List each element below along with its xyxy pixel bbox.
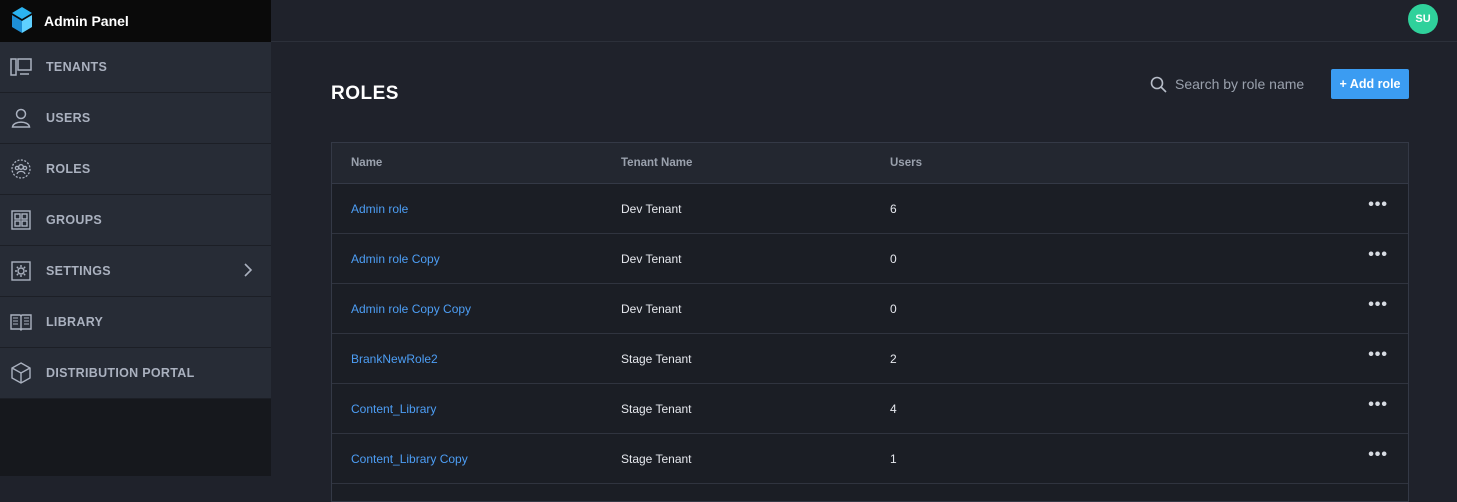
tenant-name: Dev Tenant [621,201,682,216]
sidebar-item-settings[interactable]: SETTINGS [0,246,271,297]
users-count: 0 [890,301,897,316]
topbar: SU [271,0,1457,42]
users-count: 0 [890,251,897,266]
role-name-link[interactable]: Content_Library Copy [351,452,468,466]
table-header: Name Tenant Name Users [332,143,1408,184]
column-header-users[interactable]: Users [890,157,922,169]
column-header-tenant-name[interactable]: Tenant Name [621,157,692,169]
sidebar-item-users[interactable]: USERS [0,93,271,144]
sidebar-nav: TENANTS USERS ROLES GROUPS SETTINGS LIBR… [0,42,271,399]
app-logo-icon [12,7,32,33]
avatar[interactable]: SU [1408,4,1438,34]
search-box[interactable] [1150,72,1320,96]
more-actions-icon[interactable]: ••• [1368,446,1388,464]
more-actions-icon[interactable]: ••• [1368,246,1388,264]
role-name-link[interactable]: Content_Library [351,402,436,416]
roles-icon [10,158,32,180]
column-header-name[interactable]: Name [351,157,382,169]
roles-table: Name Tenant Name Users Admin role Dev Te… [331,142,1409,502]
sidebar-item-label: GROUPS [46,213,102,227]
users-count: 4 [890,401,897,416]
table-row: Admin role Copy Copy Dev Tenant 0 ••• [332,284,1408,334]
table-row: Content_Library Stage Tenant 4 ••• [332,384,1408,434]
sidebar-item-distribution-portal[interactable]: DISTRIBUTION PORTAL [0,348,271,399]
role-name-link[interactable]: Admin role [351,202,408,216]
more-actions-icon[interactable]: ••• [1368,346,1388,364]
search-input[interactable] [1175,76,1315,92]
more-actions-icon[interactable]: ••• [1368,296,1388,314]
book-icon [10,311,32,333]
sidebar-item-label: DISTRIBUTION PORTAL [46,366,195,380]
sidebar-item-library[interactable]: LIBRARY [0,297,271,348]
sidebar-item-groups[interactable]: GROUPS [0,195,271,246]
tenants-icon [10,56,32,78]
tenant-name: Dev Tenant [621,301,682,316]
gear-icon [10,260,32,282]
tenant-name: Stage Tenant [621,451,692,466]
box-icon [10,362,32,384]
search-icon [1150,76,1167,93]
user-icon [10,107,32,129]
users-count: 6 [890,201,897,216]
table-row: Admin role Copy Dev Tenant 0 ••• [332,234,1408,284]
page-title: ROLES [331,83,399,104]
sidebar-item-label: TENANTS [46,60,108,74]
tenant-name: Dev Tenant [621,251,682,266]
sidebar-item-label: SETTINGS [46,264,111,278]
more-actions-icon[interactable]: ••• [1368,196,1388,214]
role-name-link[interactable]: Admin role Copy [351,252,440,266]
table-row: Content_Library Copy Stage Tenant 1 ••• [332,434,1408,484]
table-row: BrankNewRole2 Stage Tenant 2 ••• [332,334,1408,384]
sidebar-item-label: ROLES [46,162,91,176]
app-title: Admin Panel [44,13,129,29]
more-actions-icon[interactable]: ••• [1368,396,1388,414]
groups-icon [10,209,32,231]
sidebar-item-label: USERS [46,111,91,125]
role-name-link[interactable]: BrankNewRole2 [351,352,438,366]
table-row: Admin role Dev Tenant 6 ••• [332,184,1408,234]
role-name-link[interactable]: Admin role Copy Copy [351,302,471,316]
tenant-name: Stage Tenant [621,351,692,366]
brand[interactable]: Admin Panel [0,0,271,42]
sidebar-item-roles[interactable]: ROLES [0,144,271,195]
users-count: 1 [890,451,897,466]
add-role-button[interactable]: + Add role [1331,69,1409,99]
users-count: 2 [890,351,897,366]
chevron-right-icon [243,263,253,280]
tenant-name: Stage Tenant [621,401,692,416]
sidebar-item-tenants[interactable]: TENANTS [0,42,271,93]
sidebar: Admin Panel TENANTS USERS ROLES GROUPS S… [0,0,271,476]
sidebar-item-label: LIBRARY [46,315,104,329]
